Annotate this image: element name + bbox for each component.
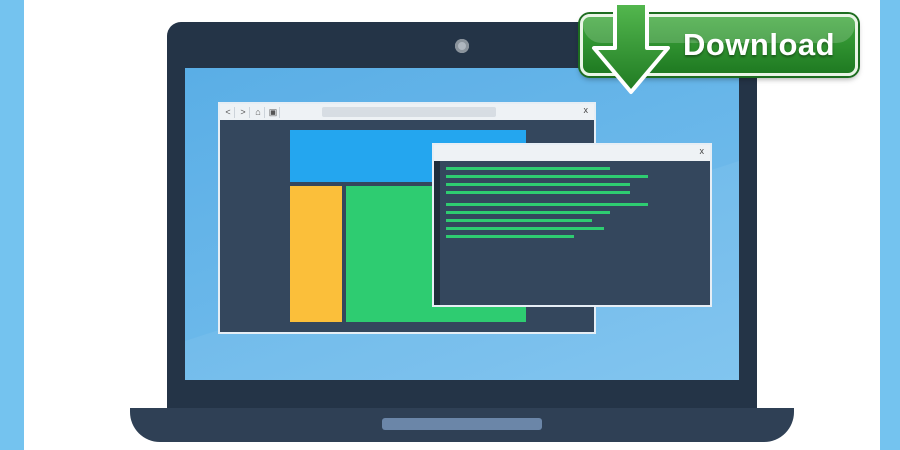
code-line [446,167,610,170]
forward-icon[interactable]: > [237,106,250,118]
code-line [446,203,648,206]
code-line [446,175,648,178]
back-icon[interactable]: < [222,106,235,118]
code-line [446,219,592,222]
download-arrow-icon [592,1,670,94]
download-label: Download [683,27,836,62]
code-line [446,211,610,214]
terminal-close-icon[interactable]: x [700,146,705,156]
right-side-bar [880,0,900,450]
code-line [446,183,630,186]
wireframe-sidebar-block [290,186,342,322]
terminal-gutter [434,161,440,305]
left-side-bar [0,0,24,450]
browser-titlebar: < > ⌂ ▣ x [220,104,594,120]
terminal-titlebar: x [434,145,710,161]
address-bar[interactable] [322,107,496,117]
code-line [446,191,630,194]
code-line [446,235,574,238]
terminal-window: x [432,143,712,307]
code-line [446,227,604,230]
laptop-base [130,408,794,442]
browser-close-icon[interactable]: x [584,105,589,115]
home-icon[interactable]: ⌂ [252,106,265,118]
webcam-icon [455,39,469,53]
laptop-base-notch [382,418,542,430]
bookmark-icon[interactable]: ▣ [267,106,280,118]
